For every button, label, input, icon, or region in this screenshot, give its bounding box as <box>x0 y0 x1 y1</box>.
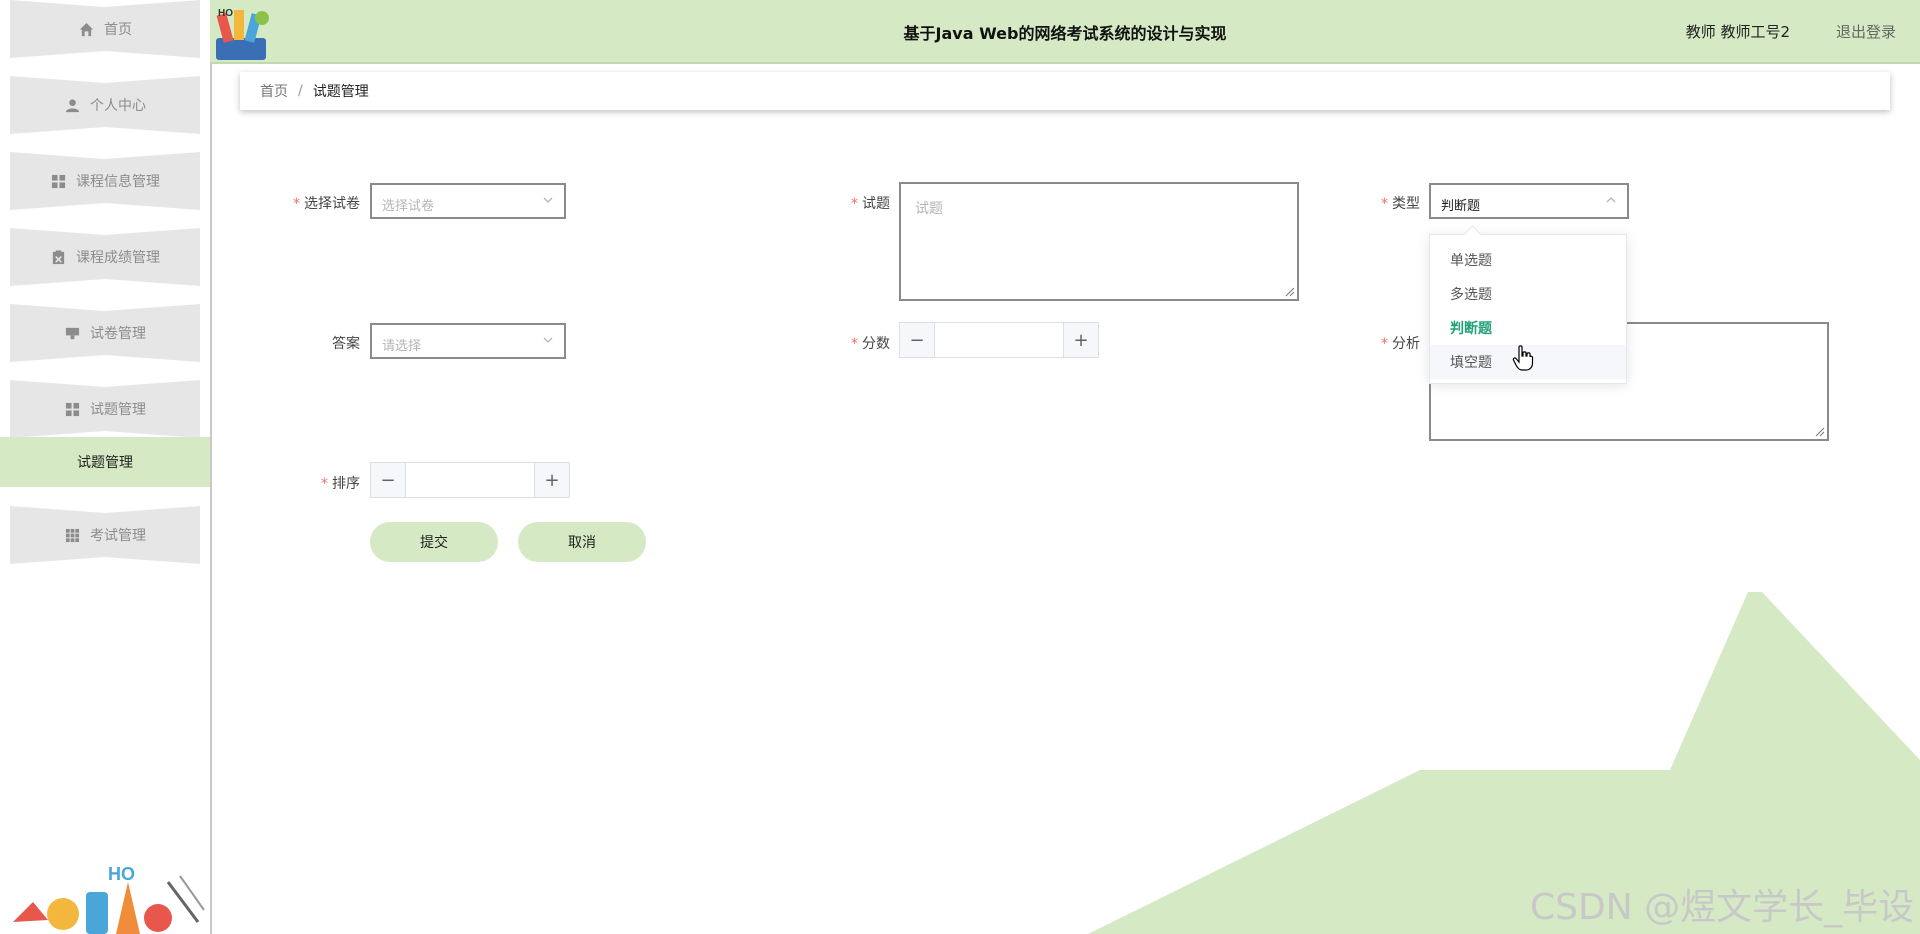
apps-icon <box>64 527 80 543</box>
sidebar-item-home[interactable]: 首页 <box>10 0 200 58</box>
type-label: * 类型 <box>1381 196 1420 212</box>
sidebar-item-questions[interactable]: 试题管理 <box>10 380 200 438</box>
breadcrumb-separator: / <box>298 83 303 99</box>
sidebar-item-course-grades[interactable]: 课程成绩管理 <box>10 228 200 286</box>
score-stepper[interactable]: − + <box>899 322 1099 358</box>
cancel-button[interactable]: 取消 <box>518 522 646 562</box>
paper-select-placeholder: 选择试卷 <box>382 199 435 214</box>
question-textarea[interactable]: 试题 <box>899 182 1299 301</box>
sidebar-item-label: 试卷管理 <box>90 326 146 342</box>
sidebar-item-course-info[interactable]: 课程信息管理 <box>10 152 200 210</box>
answer-label: 答案 <box>332 336 360 352</box>
order-increase-button[interactable]: + <box>534 463 569 497</box>
grid-icon <box>50 173 66 189</box>
app-title: 基于Java Web的网络考试系统的设计与实现 <box>903 24 1227 43</box>
sidebar-item-papers[interactable]: 试卷管理 <box>10 304 200 362</box>
analysis-label: * 分析 <box>1381 336 1420 352</box>
paper-select[interactable]: 选择试卷 <box>370 183 566 219</box>
hand-cursor-icon <box>1512 345 1534 371</box>
type-select-value: 判断题 <box>1441 199 1481 214</box>
sidebar-item-exams[interactable]: 考试管理 <box>10 506 200 564</box>
type-option-judgment[interactable]: 判断题 <box>1430 311 1626 345</box>
question-placeholder: 试题 <box>915 201 943 217</box>
logout-link[interactable]: 退出登录 <box>1836 21 1896 42</box>
sidebar-subitem-questions[interactable]: 试题管理 <box>0 437 210 487</box>
breadcrumb-current: 试题管理 <box>312 84 369 100</box>
sidebar-subitem-label: 试题管理 <box>77 455 133 471</box>
background-decoration <box>1088 592 1920 934</box>
type-option-single[interactable]: 单选题 <box>1430 243 1626 277</box>
top-header: HO 基于Java Web的网络考试系统的设计与实现 教师 教师工号2 退出登录 <box>210 0 1920 64</box>
order-label: * 排序 <box>321 476 360 492</box>
order-stepper[interactable]: − + <box>370 462 570 498</box>
answer-select[interactable]: 请选择 <box>370 323 566 359</box>
resize-grip-icon <box>1815 427 1825 437</box>
order-decrease-button[interactable]: − <box>371 463 406 497</box>
svg-text:HO: HO <box>108 864 135 884</box>
watermark: CSDN @煜文学长_毕设 <box>1530 887 1915 928</box>
sidebar-item-label: 课程成绩管理 <box>76 250 160 266</box>
score-decrease-button[interactable]: − <box>900 323 935 357</box>
svg-text:HO: HO <box>218 8 233 19</box>
type-option-multiple[interactable]: 多选题 <box>1430 277 1626 311</box>
dropdown-caret <box>1463 225 1482 244</box>
submit-button[interactable]: 提交 <box>370 522 498 562</box>
chevron-up-icon <box>1606 197 1616 203</box>
type-select[interactable]: 判断题 <box>1429 183 1629 219</box>
home-icon <box>78 21 94 37</box>
monitor-icon <box>64 325 80 341</box>
clipboard-icon <box>50 249 66 265</box>
chevron-down-icon <box>543 197 553 203</box>
current-user: 教师 教师工号2 <box>1685 23 1790 41</box>
user-icon <box>64 97 80 113</box>
sidebar-item-label: 考试管理 <box>90 528 146 544</box>
sidebar-item-label: 首页 <box>104 22 132 38</box>
breadcrumb: 首页 / 试题管理 <box>240 72 1890 110</box>
score-label: * 分数 <box>851 336 890 352</box>
resize-grip-icon <box>1285 287 1295 297</box>
question-label: * 试题 <box>851 196 890 212</box>
sidebar-item-profile[interactable]: 个人中心 <box>10 76 200 134</box>
sidebar: 首页 个人中心 课程信息管理 课程成绩管理 试卷管理 试题管理 试题管理 考试管… <box>0 0 212 934</box>
score-input[interactable] <box>935 323 1063 357</box>
sidebar-item-label: 课程信息管理 <box>76 174 160 190</box>
grid-icon <box>64 401 80 417</box>
sidebar-item-label: 试题管理 <box>90 402 146 418</box>
breadcrumb-home[interactable]: 首页 <box>260 81 288 101</box>
answer-select-placeholder: 请选择 <box>382 339 422 354</box>
chevron-down-icon <box>543 337 553 343</box>
sidebar-item-label: 个人中心 <box>90 98 146 114</box>
score-increase-button[interactable]: + <box>1063 323 1098 357</box>
order-input[interactable] <box>406 463 534 497</box>
sidebar-decoration-image: HO <box>13 864 205 934</box>
paper-label: * 选择试卷 <box>293 196 360 212</box>
